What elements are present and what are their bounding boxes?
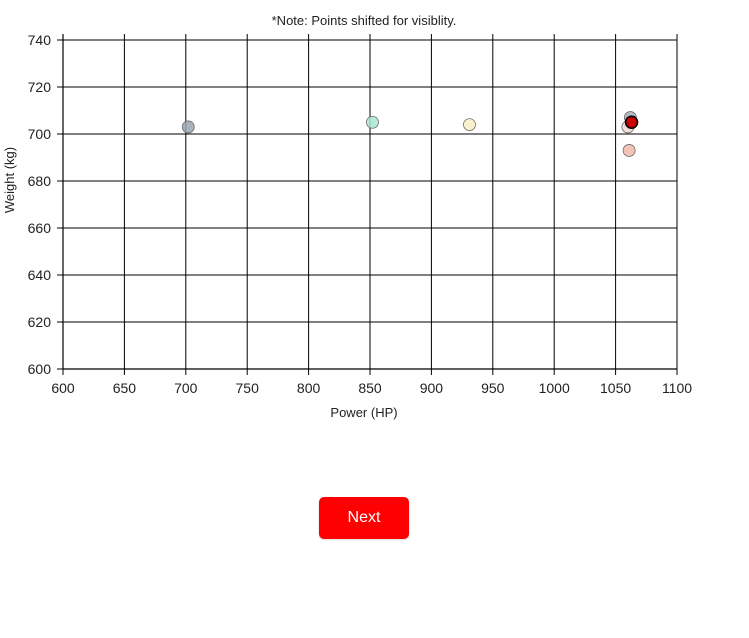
scatter-chart: *Note: Points shifted for visiblity. 600… xyxy=(2,13,692,420)
y-tick-label: 620 xyxy=(28,314,52,330)
x-tick-label: 1100 xyxy=(662,380,692,396)
x-tick-label: 1000 xyxy=(539,380,570,396)
y-tick-label: 640 xyxy=(28,267,52,283)
x-tick-label: 700 xyxy=(174,380,198,396)
y-axis-title: Weight (kg) xyxy=(2,147,17,213)
chart-note: *Note: Points shifted for visiblity. xyxy=(272,13,457,28)
data-point[interactable] xyxy=(463,118,476,131)
x-tick-label: 850 xyxy=(358,380,382,396)
y-axis-ticks: 600 620 640 660 680 700 720 740 xyxy=(28,32,52,377)
x-axis-ticks: 600 650 700 750 800 850 900 950 1000 1050 1100 xyxy=(51,380,692,396)
data-point[interactable] xyxy=(622,144,636,157)
x-tick-label: 650 xyxy=(113,380,137,396)
x-tick-label: 950 xyxy=(481,380,505,396)
y-tick-label: 700 xyxy=(28,126,52,142)
data-point[interactable] xyxy=(181,120,195,134)
y-tick-label: 660 xyxy=(28,220,52,236)
x-tick-label: 750 xyxy=(236,380,260,396)
y-tick-label: 680 xyxy=(28,173,52,189)
x-tick-label: 1050 xyxy=(600,380,631,396)
highlighted-data-point[interactable] xyxy=(624,115,639,129)
y-tick-label: 600 xyxy=(28,361,52,377)
data-point[interactable] xyxy=(366,115,379,129)
y-tick-label: 720 xyxy=(28,79,52,95)
x-tick-label: 900 xyxy=(420,380,444,396)
grid xyxy=(57,34,678,375)
x-tick-label: 800 xyxy=(297,380,321,396)
next-button[interactable]: Next xyxy=(319,497,409,539)
x-tick-label: 600 xyxy=(51,380,75,396)
x-axis-title: Power (HP) xyxy=(330,405,397,420)
y-tick-label: 740 xyxy=(28,32,52,48)
